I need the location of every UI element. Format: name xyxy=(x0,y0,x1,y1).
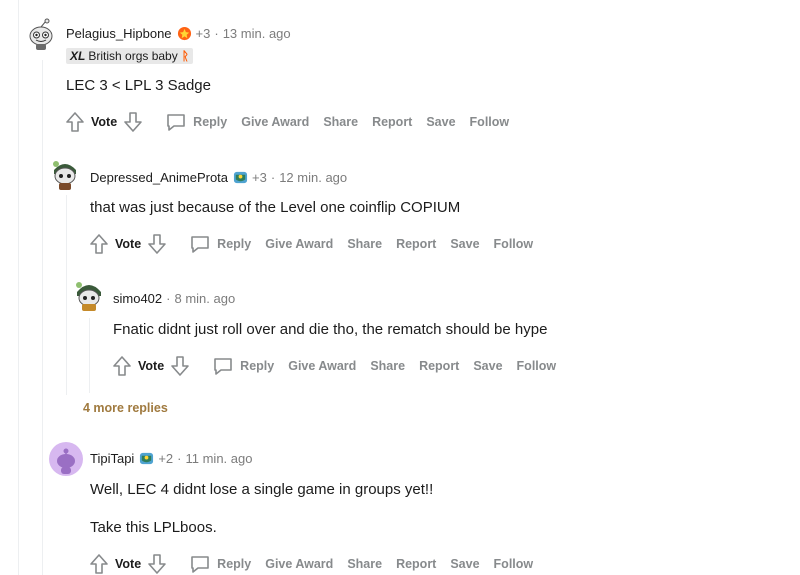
timestamp[interactable]: 11 min. ago xyxy=(186,451,253,466)
vote-label: Vote xyxy=(115,557,142,571)
timestamp[interactable]: 13 min. ago xyxy=(223,26,291,41)
share-button[interactable]: Share xyxy=(347,557,382,571)
thread-line-level3[interactable] xyxy=(89,318,90,393)
snoo-avatar-icon xyxy=(25,18,57,50)
give-award-button[interactable]: Give Award xyxy=(265,237,333,251)
award-count: +3 xyxy=(252,170,267,185)
report-button[interactable]: Report xyxy=(396,557,436,571)
upvote-icon[interactable] xyxy=(89,233,109,255)
avatar[interactable] xyxy=(49,442,83,476)
username[interactable]: simo402 xyxy=(113,291,162,306)
avatar[interactable] xyxy=(72,277,106,311)
avatar[interactable] xyxy=(48,156,82,190)
reply-icon xyxy=(191,236,209,253)
upvote-icon[interactable] xyxy=(89,553,109,575)
flair-prefix: XL xyxy=(70,49,86,63)
reply-button[interactable]: Reply xyxy=(189,233,251,255)
reply-button[interactable]: Reply xyxy=(189,553,251,575)
comment-actions: Vote Reply Give Award Share Report Save … xyxy=(89,233,547,255)
downvote-icon[interactable] xyxy=(170,355,190,377)
award-icon[interactable] xyxy=(233,170,248,185)
username[interactable]: Pelagius_Hipbone xyxy=(66,26,172,41)
downvote-icon[interactable] xyxy=(123,111,143,133)
report-button[interactable]: Report xyxy=(419,359,459,373)
snoo-avatar-icon xyxy=(49,157,81,190)
comment-actions: Vote Reply Give Award Share Report Save … xyxy=(112,355,570,377)
comment-actions: Vote Reply Give Award Share Report Save … xyxy=(65,111,523,133)
vote-label: Vote xyxy=(115,237,142,251)
snoo-avatar-icon xyxy=(73,278,105,311)
username[interactable]: TipiTapi xyxy=(90,451,134,466)
reply-label: Reply xyxy=(217,557,252,571)
username[interactable]: Depressed_AnimeProta xyxy=(90,170,228,185)
thread-line-level1[interactable] xyxy=(42,60,43,575)
separator: · xyxy=(270,170,276,185)
comment-actions: Vote Reply Give Award Share Report Save … xyxy=(89,553,547,575)
avatar[interactable] xyxy=(24,17,58,51)
comment-body: Take this LPLboos. xyxy=(90,519,217,536)
save-button[interactable]: Save xyxy=(450,557,479,571)
reply-button[interactable]: Reply xyxy=(165,111,227,133)
flair-text: British orgs baby xyxy=(88,49,178,63)
reply-icon xyxy=(167,114,185,131)
comment-meta: Depressed_AnimeProta +3 · 12 min. ago xyxy=(90,170,347,185)
save-button[interactable]: Save xyxy=(426,115,455,129)
thread-line-level2[interactable] xyxy=(66,195,67,395)
separator: · xyxy=(177,451,182,466)
follow-button[interactable]: Follow xyxy=(517,359,557,373)
give-award-button[interactable]: Give Award xyxy=(288,359,356,373)
downvote-icon[interactable] xyxy=(147,233,167,255)
comment-body: LEC 3 < LPL 3 Sadge xyxy=(66,77,211,94)
save-button[interactable]: Save xyxy=(450,237,479,251)
reply-label: Reply xyxy=(193,115,228,129)
reply-label: Reply xyxy=(217,237,252,251)
report-button[interactable]: Report xyxy=(396,237,436,251)
vote-label: Vote xyxy=(138,359,165,373)
comment-body: Well, LEC 4 didnt lose a single game in … xyxy=(90,481,434,498)
share-button[interactable]: Share xyxy=(370,359,405,373)
downvote-icon[interactable] xyxy=(147,553,167,575)
follow-button[interactable]: Follow xyxy=(494,557,534,571)
user-flair: XL British orgs baby ᚱ xyxy=(66,48,193,64)
give-award-button[interactable]: Give Award xyxy=(265,557,333,571)
follow-button[interactable]: Follow xyxy=(470,115,510,129)
report-button[interactable]: Report xyxy=(372,115,412,129)
share-button[interactable]: Share xyxy=(323,115,358,129)
timestamp[interactable]: 12 min. ago xyxy=(279,170,347,185)
award-icon[interactable] xyxy=(177,26,192,41)
flair-suffix: ᚱ xyxy=(181,49,189,63)
comment-meta: simo402 · 8 min. ago xyxy=(113,291,235,306)
thread-line-main[interactable] xyxy=(18,0,19,575)
award-count: +3 xyxy=(195,26,211,41)
follow-button[interactable]: Follow xyxy=(494,237,534,251)
reply-icon xyxy=(191,556,209,573)
timestamp[interactable]: 8 min. ago xyxy=(174,291,235,306)
award-icon[interactable] xyxy=(139,451,154,466)
comment-body: that was just because of the Level one c… xyxy=(90,199,461,216)
upvote-icon[interactable] xyxy=(65,111,85,133)
share-button[interactable]: Share xyxy=(347,237,382,251)
give-award-button[interactable]: Give Award xyxy=(241,115,309,129)
award-count: +2 xyxy=(158,451,174,466)
reply-icon xyxy=(214,358,232,375)
separator: · xyxy=(214,26,219,41)
reply-label: Reply xyxy=(240,359,275,373)
reply-button[interactable]: Reply xyxy=(212,355,274,377)
comment-body: Fnatic didnt just roll over and die tho,… xyxy=(113,321,548,338)
separator: · xyxy=(166,291,171,306)
snoo-avatar-icon xyxy=(50,443,82,475)
more-replies-link[interactable]: 4 more replies xyxy=(83,401,168,415)
save-button[interactable]: Save xyxy=(473,359,502,373)
comment-meta: TipiTapi +2 · 11 min. ago xyxy=(90,451,252,466)
upvote-icon[interactable] xyxy=(112,355,132,377)
comment-meta: Pelagius_Hipbone +3 · 13 min. ago xyxy=(66,26,291,41)
vote-label: Vote xyxy=(91,115,118,129)
